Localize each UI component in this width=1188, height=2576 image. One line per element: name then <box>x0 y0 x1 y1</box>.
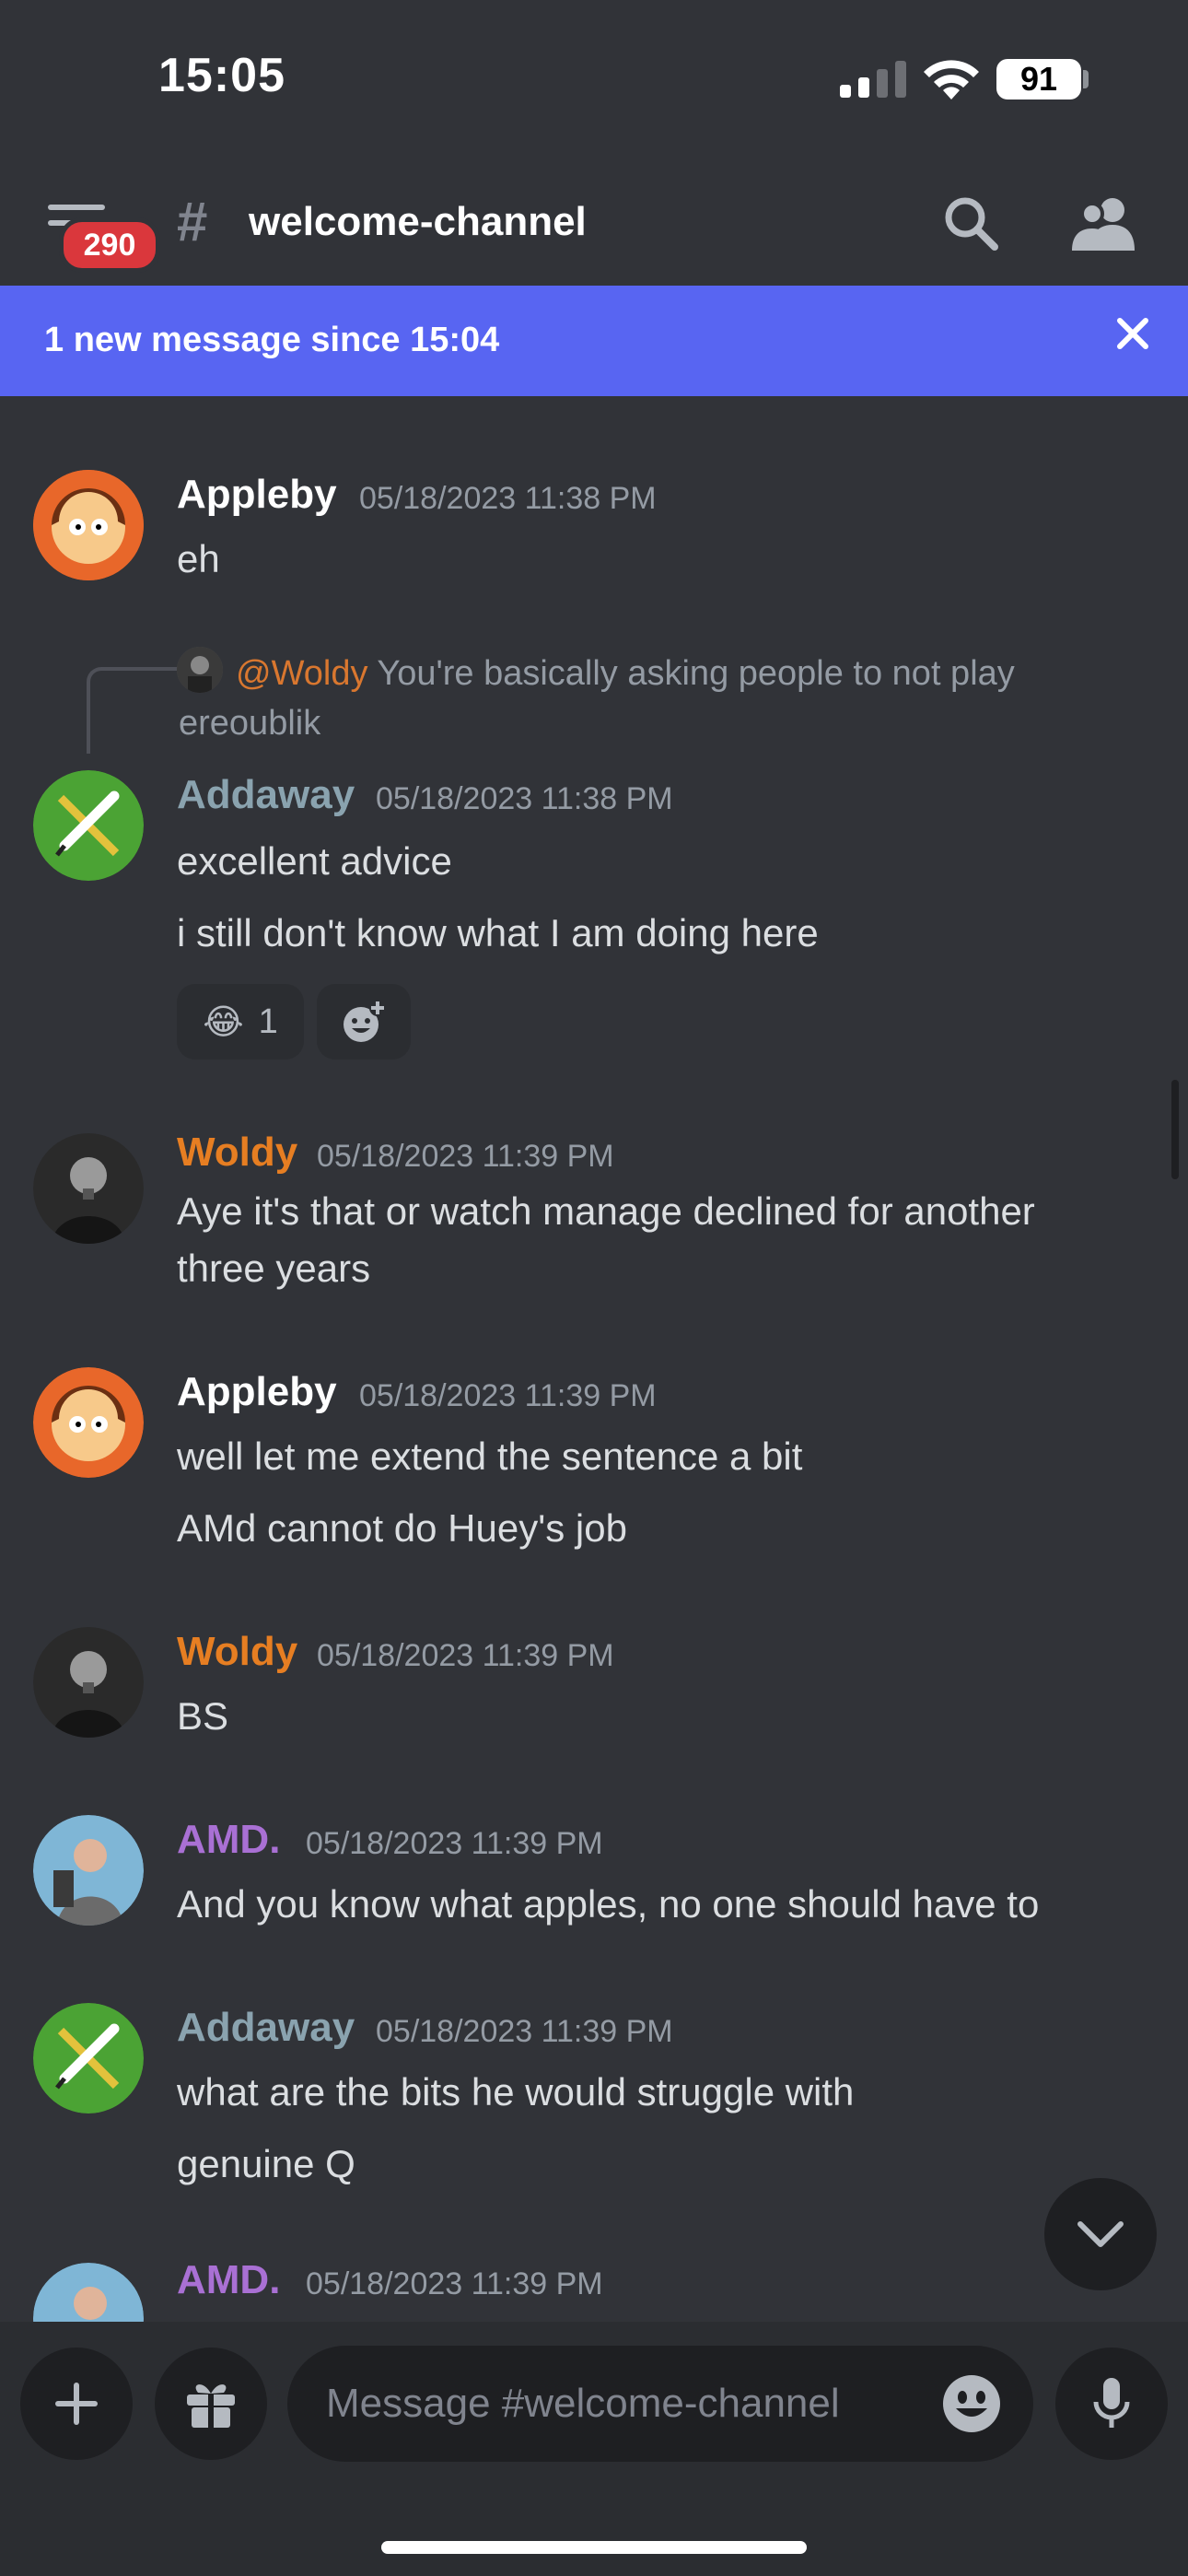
author-name[interactable]: Addaway <box>177 772 355 818</box>
avatar[interactable] <box>33 770 144 881</box>
message-input[interactable] <box>287 2346 1033 2462</box>
reply-preview[interactable]: @Woldy You're basically asking people to… <box>179 649 1100 748</box>
emoji-icon[interactable] <box>941 2373 1002 2434</box>
author-name[interactable]: Addaway <box>177 2005 355 2051</box>
message-timestamp: 05/18/2023 11:39 PM <box>376 2014 673 2049</box>
status-time: 15:05 <box>158 49 285 102</box>
scrollbar[interactable] <box>1171 1080 1179 1179</box>
reply-connector <box>87 667 179 754</box>
message-timestamp: 05/18/2023 11:39 PM <box>317 1139 614 1174</box>
message-text: three years <box>177 1247 371 1290</box>
message-timestamp: 05/18/2023 11:38 PM <box>376 781 673 816</box>
chevron-down-icon <box>1077 2221 1124 2247</box>
close-icon[interactable] <box>1112 313 1153 354</box>
author-name[interactable]: Appleby <box>177 472 337 518</box>
message-text: genuine Q <box>177 2142 355 2185</box>
battery-tip <box>1083 70 1089 88</box>
message-timestamp: 05/18/2023 11:39 PM <box>306 1826 603 1861</box>
wifi-icon <box>924 60 979 100</box>
author-name[interactable]: Appleby <box>177 1369 337 1415</box>
avatar[interactable] <box>33 2263 144 2322</box>
members-icon[interactable] <box>1072 193 1136 252</box>
avatar[interactable] <box>33 2003 144 2113</box>
search-icon[interactable] <box>941 193 1000 252</box>
home-indicator[interactable] <box>381 2541 807 2554</box>
avatar[interactable] <box>33 1133 144 1244</box>
reaction-count: 1 <box>258 1001 278 1041</box>
add-reaction-button[interactable] <box>317 984 411 1060</box>
message-timestamp: 05/18/2023 11:38 PM <box>359 481 657 516</box>
message-text: well let me extend the sentence a bit <box>177 1434 803 1478</box>
jump-to-bottom-button[interactable] <box>1044 2178 1157 2290</box>
message-text: And you know what apples, no one should … <box>177 1882 1040 1926</box>
author-name[interactable]: Woldy <box>177 1629 297 1675</box>
battery-indicator: 91 <box>996 59 1081 100</box>
gift-button[interactable] <box>155 2348 267 2460</box>
unread-badge: 290 <box>59 217 160 273</box>
message-text: i still don't know what I am doing here <box>177 911 819 954</box>
reply-mention[interactable]: @Woldy <box>236 654 367 693</box>
new-message-text: 1 new message since 15:04 <box>44 321 500 359</box>
cellular-signal-icon <box>840 61 906 98</box>
reaction-chip[interactable]: 😂 1 <box>177 984 304 1060</box>
message-text: Aye it's that or watch manage declined f… <box>177 1189 1035 1233</box>
gift-icon <box>187 2384 235 2428</box>
message-text: AMd cannot do Huey's job <box>177 1506 627 1550</box>
channel-hash-icon: # <box>177 191 208 252</box>
reaction-emoji: 😂 <box>203 1002 244 1042</box>
message-text: what are the bits he would struggle with <box>177 2070 855 2113</box>
add-reaction-icon <box>344 1000 386 1042</box>
add-attachment-button[interactable] <box>20 2348 133 2460</box>
message-timestamp: 05/18/2023 11:39 PM <box>306 2266 603 2301</box>
avatar[interactable] <box>33 470 144 580</box>
message-text: eh <box>177 537 220 580</box>
plus-icon <box>55 2383 98 2425</box>
author-name[interactable]: AMD. <box>177 1817 280 1863</box>
message-text: BS <box>177 1694 229 1738</box>
avatar[interactable] <box>33 1367 144 1478</box>
message-timestamp: 05/18/2023 11:39 PM <box>317 1638 614 1673</box>
avatar[interactable] <box>33 1627 144 1738</box>
message-text: excellent advice <box>177 839 452 883</box>
microphone-icon <box>1093 2378 1130 2428</box>
avatar[interactable] <box>33 1815 144 1926</box>
author-name[interactable]: Woldy <box>177 1130 297 1176</box>
message-timestamp: 05/18/2023 11:39 PM <box>359 1378 657 1413</box>
author-name[interactable]: AMD. <box>177 2257 280 2303</box>
voice-message-button[interactable] <box>1055 2348 1168 2460</box>
channel-title[interactable]: welcome-channel <box>249 199 587 245</box>
